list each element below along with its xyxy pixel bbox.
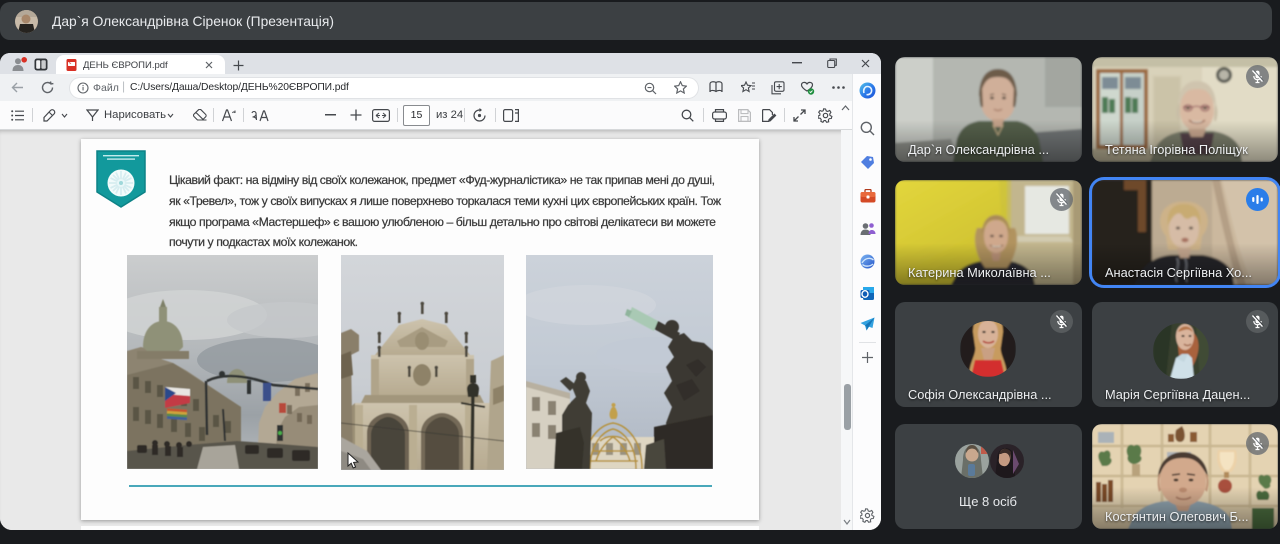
svg-text:Ще 8 осіб: Ще 8 осіб: [959, 494, 1017, 509]
